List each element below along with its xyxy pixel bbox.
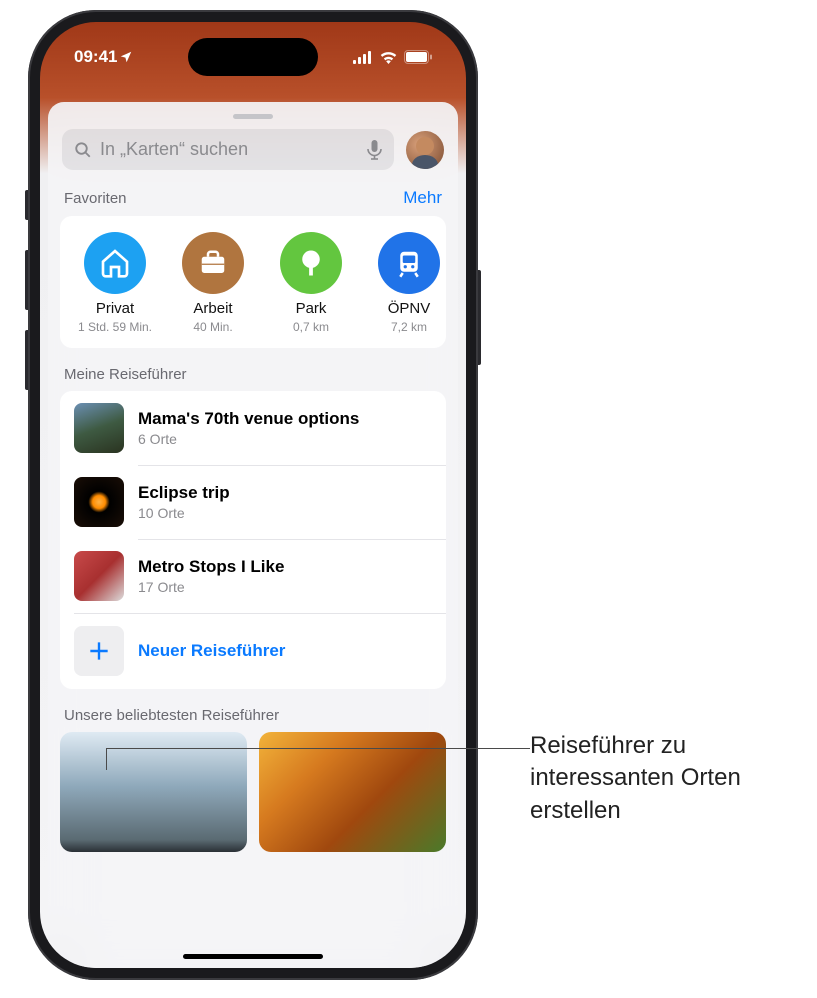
popular-guide-card[interactable] <box>60 732 247 852</box>
guides-title: Meine Reiseführer <box>64 366 187 383</box>
new-guide-label: Neuer Reiseführer <box>138 641 285 661</box>
home-icon <box>84 232 146 294</box>
new-guide-button[interactable]: Neuer Reiseführer <box>60 613 446 689</box>
popular-title: Unsere beliebtesten Reiseführer <box>64 707 279 724</box>
guide-item[interactable]: Eclipse trip 10 Orte <box>60 465 446 539</box>
favorites-title: Favoriten <box>64 190 127 207</box>
favorites-header: Favoriten Mehr <box>48 170 458 216</box>
battery-icon <box>404 50 432 64</box>
guides-card: Mama's 70th venue options 6 Orte Eclipse… <box>60 391 446 689</box>
screen: 09:41 <box>40 22 466 968</box>
favorite-label: Park <box>296 300 327 317</box>
favorites-card: Privat 1 Std. 59 Min. Arbeit 40 Min. <box>60 216 446 348</box>
status-time-label: 09:41 <box>74 47 117 67</box>
favorite-home[interactable]: Privat 1 Std. 59 Min. <box>66 232 164 334</box>
favorite-label: Privat <box>96 300 134 317</box>
guide-subtitle: 17 Orte <box>138 579 432 595</box>
favorite-work[interactable]: Arbeit 40 Min. <box>164 232 262 334</box>
guide-title: Metro Stops I Like <box>138 557 432 577</box>
favorite-detail: 0,7 km <box>293 320 329 334</box>
guide-thumbnail <box>74 551 124 601</box>
popular-guides-row[interactable] <box>48 732 458 852</box>
guide-title: Eclipse trip <box>138 483 432 503</box>
transit-icon <box>378 232 440 294</box>
plus-icon <box>74 626 124 676</box>
favorite-transit[interactable]: ÖPNV 7,2 km <box>360 232 446 334</box>
favorites-more-link[interactable]: Mehr <box>403 188 442 208</box>
popular-header: Unsere beliebtesten Reiseführer <box>48 689 458 732</box>
power-button <box>478 270 481 365</box>
callout-text: Reiseführer zu interessanten Orten erste… <box>530 730 790 827</box>
guide-item[interactable]: Mama's 70th venue options 6 Orte <box>60 391 446 465</box>
favorite-detail: 40 Min. <box>193 320 232 334</box>
callout-leader-line <box>106 748 530 749</box>
guide-thumbnail <box>74 403 124 453</box>
guide-title: Mama's 70th venue options <box>138 409 432 429</box>
cellular-icon <box>353 51 373 64</box>
location-icon <box>119 50 133 64</box>
search-input[interactable]: In „Karten“ suchen <box>62 129 394 170</box>
search-placeholder: In „Karten“ suchen <box>100 139 248 160</box>
search-sheet: In „Karten“ suchen Favoriten Mehr <box>48 102 458 968</box>
guides-header: Meine Reiseführer <box>48 348 458 391</box>
sheet-grabber[interactable] <box>233 114 273 119</box>
volume-down-button <box>25 330 28 390</box>
side-button <box>25 190 28 220</box>
phone-frame: 09:41 <box>28 10 478 980</box>
microphone-icon[interactable] <box>367 140 382 160</box>
favorite-label: ÖPNV <box>388 300 431 317</box>
profile-avatar[interactable] <box>406 131 444 169</box>
wifi-icon <box>379 50 398 64</box>
guide-thumbnail <box>74 477 124 527</box>
favorite-detail: 7,2 km <box>391 320 427 334</box>
briefcase-icon <box>182 232 244 294</box>
search-icon <box>74 141 92 159</box>
dynamic-island <box>188 38 318 76</box>
favorites-row[interactable]: Privat 1 Std. 59 Min. Arbeit 40 Min. <box>60 232 446 334</box>
tree-icon <box>280 232 342 294</box>
status-time: 09:41 <box>74 47 133 67</box>
favorite-label: Arbeit <box>193 300 232 317</box>
favorite-detail: 1 Std. 59 Min. <box>78 320 152 334</box>
guide-subtitle: 10 Orte <box>138 505 432 521</box>
guide-item[interactable]: Metro Stops I Like 17 Orte <box>60 539 446 613</box>
volume-up-button <box>25 250 28 310</box>
favorite-park[interactable]: Park 0,7 km <box>262 232 360 334</box>
home-indicator[interactable] <box>183 954 323 959</box>
popular-guide-card[interactable] <box>259 732 446 852</box>
guide-subtitle: 6 Orte <box>138 431 432 447</box>
